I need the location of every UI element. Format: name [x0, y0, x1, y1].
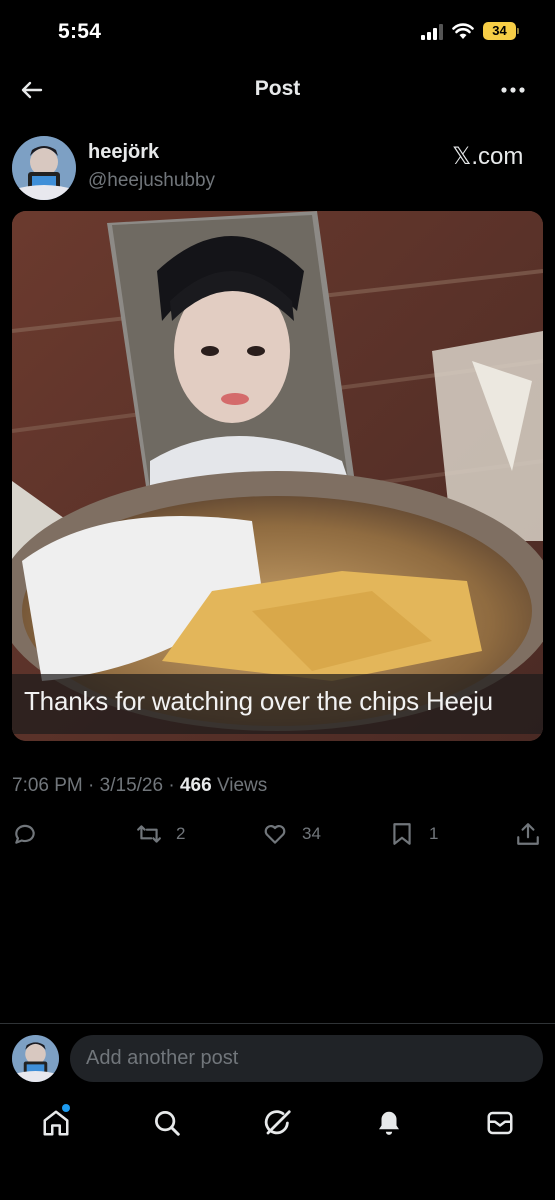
more-options-icon[interactable]	[500, 78, 526, 102]
repost-icon	[137, 825, 161, 843]
share-icon	[517, 823, 539, 845]
post-date: 3/15/26	[99, 775, 164, 796]
tab-home[interactable]	[41, 1108, 73, 1140]
nav-header: Post	[0, 62, 555, 118]
bookmark-button[interactable]: 1	[389, 820, 438, 848]
bell-icon	[379, 1111, 399, 1135]
tab-grok[interactable]	[263, 1108, 295, 1140]
current-user-avatar	[12, 1035, 59, 1082]
battery-indicator: 34	[483, 22, 519, 40]
author-avatar[interactable]	[12, 136, 76, 200]
repost-button[interactable]: 2	[136, 820, 185, 848]
heart-icon	[264, 825, 286, 844]
source-label: 𝕏.com	[452, 143, 524, 170]
views-label: Views	[216, 775, 268, 796]
author-handle[interactable]: @heejushubby	[88, 170, 215, 192]
meta-separator: ·	[88, 775, 100, 796]
battery-level: 34	[492, 23, 507, 38]
page-title: Post	[254, 77, 301, 100]
tab-messages[interactable]	[485, 1108, 517, 1140]
post-meta: 7:06 PM · 3/15/26 · 466 Views	[12, 775, 267, 797]
repost-count: 2	[176, 824, 186, 843]
notification-dot	[62, 1104, 70, 1112]
cellular-signal-icon	[421, 24, 443, 40]
status-bar: 5:54 34	[0, 0, 555, 62]
reply-icon	[15, 824, 35, 844]
grok-icon	[264, 1110, 291, 1135]
photo-illustration	[12, 211, 543, 741]
meta-separator: ·	[168, 775, 180, 796]
reply-button[interactable]	[12, 820, 52, 848]
reply-input[interactable]	[70, 1035, 543, 1082]
bookmark-count: 1	[429, 824, 439, 843]
search-icon	[155, 1111, 180, 1136]
tab-search[interactable]	[152, 1108, 184, 1140]
tab-notifications[interactable]	[374, 1108, 406, 1140]
like-count: 34	[302, 824, 321, 843]
post-time: 7:06 PM	[12, 775, 83, 796]
wifi-icon	[452, 23, 474, 39]
divider	[0, 1023, 555, 1024]
share-button[interactable]	[515, 820, 541, 848]
image-caption: Thanks for watching over the chips Heeju	[24, 686, 493, 716]
views-count: 466	[179, 775, 212, 796]
status-time: 5:54	[58, 20, 102, 43]
post-image[interactable]: Thanks for watching over the chips Heeju	[12, 211, 543, 741]
bookmark-icon	[393, 823, 411, 845]
mail-icon	[487, 1111, 513, 1135]
like-button[interactable]: 34	[262, 820, 321, 848]
author-name[interactable]: heejörk	[88, 141, 159, 164]
home-icon	[43, 1110, 69, 1136]
